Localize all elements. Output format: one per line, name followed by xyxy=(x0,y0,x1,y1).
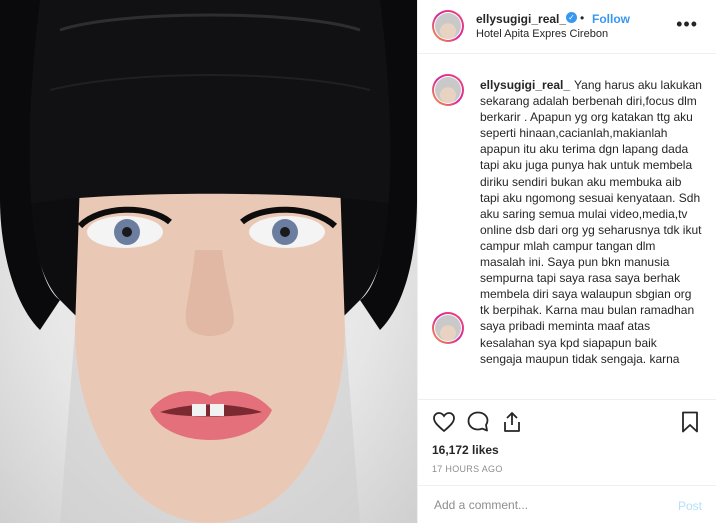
avatar-image xyxy=(435,13,461,39)
post-timestamp[interactable]: 17 HOURS AGO xyxy=(432,464,503,474)
like-count[interactable]: 16,172 likes xyxy=(432,443,499,457)
avatar[interactable] xyxy=(432,10,464,42)
post-comment-button[interactable]: Post xyxy=(678,499,702,513)
post-header: ellysugigi_real_ ✓ • Follow Hotel Apita … xyxy=(418,0,716,54)
comments-area[interactable]: ellysugigi_real_ Yang harus aku lakukan s… xyxy=(418,54,716,399)
follow-button[interactable]: Follow xyxy=(592,12,630,26)
more-options-icon[interactable]: ••• xyxy=(676,14,698,35)
comment-box: Post xyxy=(418,485,716,525)
share-icon[interactable] xyxy=(500,410,524,439)
verified-badge-icon: ✓ xyxy=(566,12,577,23)
separator-dot: • xyxy=(580,11,585,25)
caption-username[interactable]: ellysugigi_real_ xyxy=(480,78,570,92)
comment-input[interactable] xyxy=(432,497,656,513)
portrait-illustration xyxy=(0,0,417,523)
heart-icon[interactable] xyxy=(432,410,456,439)
caption: ellysugigi_real_ Yang harus aku lakukan s… xyxy=(480,77,702,367)
username[interactable]: ellysugigi_real_ xyxy=(476,12,566,26)
post-photo[interactable] xyxy=(0,0,417,523)
caption-text: Yang harus aku lakukan sekarang adalah b… xyxy=(480,78,702,366)
action-bar: 16,172 likes 17 HOURS AGO Post xyxy=(418,399,716,524)
comment-icon[interactable] xyxy=(466,410,490,439)
bookmark-icon[interactable] xyxy=(678,410,702,439)
location-link[interactable]: Hotel Apita Expres Cirebon xyxy=(476,28,608,40)
post-sidebar: ellysugigi_real_ ✓ • Follow Hotel Apita … xyxy=(417,0,716,523)
caption-avatar[interactable] xyxy=(432,74,464,106)
comment-avatar[interactable] xyxy=(432,312,464,344)
instagram-post: ellysugigi_real_ ✓ • Follow Hotel Apita … xyxy=(0,0,716,523)
